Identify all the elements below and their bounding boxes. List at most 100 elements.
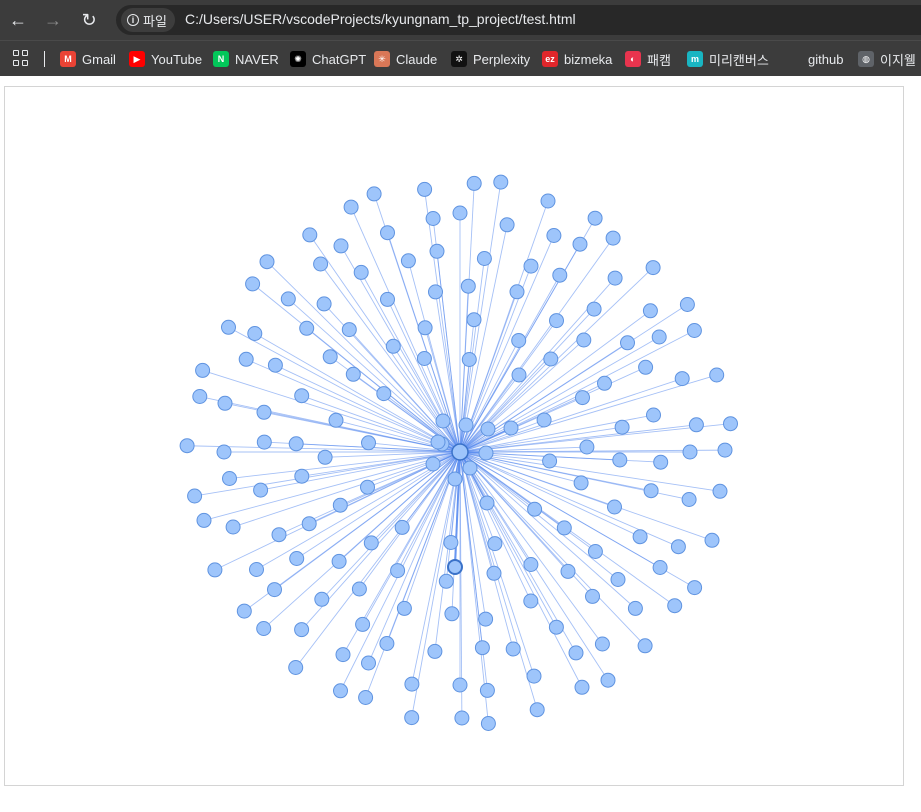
graph-node[interactable] [556,520,572,536]
graph-node[interactable] [585,588,600,604]
bookmark-패캠[interactable]: ◐ 패캠 [625,48,671,70]
graph-node[interactable] [333,683,348,699]
graph-node[interactable] [333,238,349,254]
graph-node[interactable] [331,553,347,569]
graph-node[interactable] [523,593,539,609]
graph-node[interactable] [396,600,412,616]
graph-node[interactable] [523,258,539,274]
graph-node[interactable] [642,303,658,319]
graph-node[interactable] [709,367,725,383]
reload-button[interactable]: ↻ [77,8,101,32]
graph-node[interactable] [192,389,208,404]
graph-node[interactable] [536,412,552,428]
graph-node[interactable] [462,460,478,476]
graph-node[interactable] [651,329,667,345]
graph-node[interactable] [587,210,603,226]
graph-node[interactable] [404,710,420,726]
graph-node[interactable] [438,573,454,589]
graph-node[interactable] [294,468,310,484]
graph-node[interactable] [301,516,317,532]
graph-node[interactable] [256,404,272,420]
bookmark-미리캔버스[interactable]: m 미리캔버스 [687,48,769,70]
graph-node[interactable] [271,527,287,543]
graph-node[interactable] [267,357,283,373]
graph-node[interactable] [313,256,329,272]
graph-node[interactable] [486,565,502,581]
graph-node[interactable] [586,301,602,317]
graph-node[interactable] [627,600,643,616]
graph-node[interactable] [435,413,451,429]
graph-node[interactable] [549,313,564,329]
graph-node[interactable] [416,351,432,366]
graph-node[interactable] [543,351,559,367]
graph-node[interactable] [511,333,527,348]
graph-node[interactable] [259,254,275,270]
graph-node[interactable] [221,319,236,335]
graph-node[interactable] [607,499,622,515]
graph-node[interactable] [529,702,545,718]
graph-node[interactable] [390,563,406,579]
graph-node[interactable] [476,251,492,266]
graph-node[interactable] [351,581,367,597]
graph-node[interactable] [394,519,410,535]
graph-node[interactable] [560,563,576,579]
graph-node[interactable] [574,679,590,695]
graph-node[interactable] [317,449,333,465]
graph-node[interactable] [568,645,584,661]
graph-node[interactable] [458,417,474,433]
graph-node[interactable] [509,284,525,300]
graph-node[interactable] [253,482,269,498]
graph-node[interactable] [400,253,416,269]
graph-node[interactable] [302,227,318,243]
graph-node[interactable] [686,323,702,338]
graph-node[interactable] [572,236,588,252]
graph-node[interactable] [417,320,433,336]
graph-node[interactable] [314,591,330,607]
bookmark-naver[interactable]: N NAVER [213,48,279,70]
graph-node[interactable] [247,326,263,341]
graph-node[interactable] [363,535,379,551]
graph-node[interactable] [361,435,376,451]
graph-node[interactable] [594,636,610,652]
graph-node[interactable] [207,562,223,578]
forward-button[interactable]: → [41,8,65,32]
graph-node[interactable] [361,655,376,671]
graph-node[interactable] [576,332,592,348]
selected-node[interactable] [447,559,463,575]
back-button[interactable]: ← [6,8,30,32]
graph-node[interactable] [355,616,371,632]
graph-node[interactable] [614,419,630,435]
graph-node[interactable] [527,501,543,517]
graph-node[interactable] [587,544,603,559]
graph-node[interactable] [653,454,669,470]
graph-node[interactable] [328,412,344,428]
graph-node[interactable] [479,495,495,511]
graph-node[interactable] [256,434,272,450]
bookmark-bizmeka[interactable]: ez bizmeka [542,48,612,70]
bookmark-github[interactable]: github [786,48,843,70]
graph-node[interactable] [670,539,686,555]
graph-node[interactable] [425,456,441,472]
graph-node[interactable] [245,276,261,292]
graph-node[interactable] [704,532,720,548]
graph-node[interactable] [461,352,477,367]
bookmark-claude[interactable]: ✳ Claude [374,48,437,70]
graph-node[interactable] [643,483,659,499]
graph-node[interactable] [548,619,564,635]
graph-node[interactable] [674,371,690,387]
graph-node[interactable] [687,580,703,596]
graph-node[interactable] [267,582,282,598]
graph-node[interactable] [299,320,315,336]
graph-node[interactable] [294,622,310,638]
graph-node[interactable] [380,225,395,241]
graph-node[interactable] [288,660,304,675]
graph-node[interactable] [427,643,443,659]
graph-node[interactable] [322,349,338,365]
graph-node[interactable] [447,471,463,487]
graph-node[interactable] [552,267,568,283]
graph-node[interactable] [480,716,496,731]
graph-node[interactable] [179,438,195,454]
bookmark-이지웰[interactable]: ◍ 이지웰 [858,48,916,70]
bookmark-perplexity[interactable]: ✲ Perplexity [451,48,530,70]
graph-node[interactable] [353,264,369,280]
